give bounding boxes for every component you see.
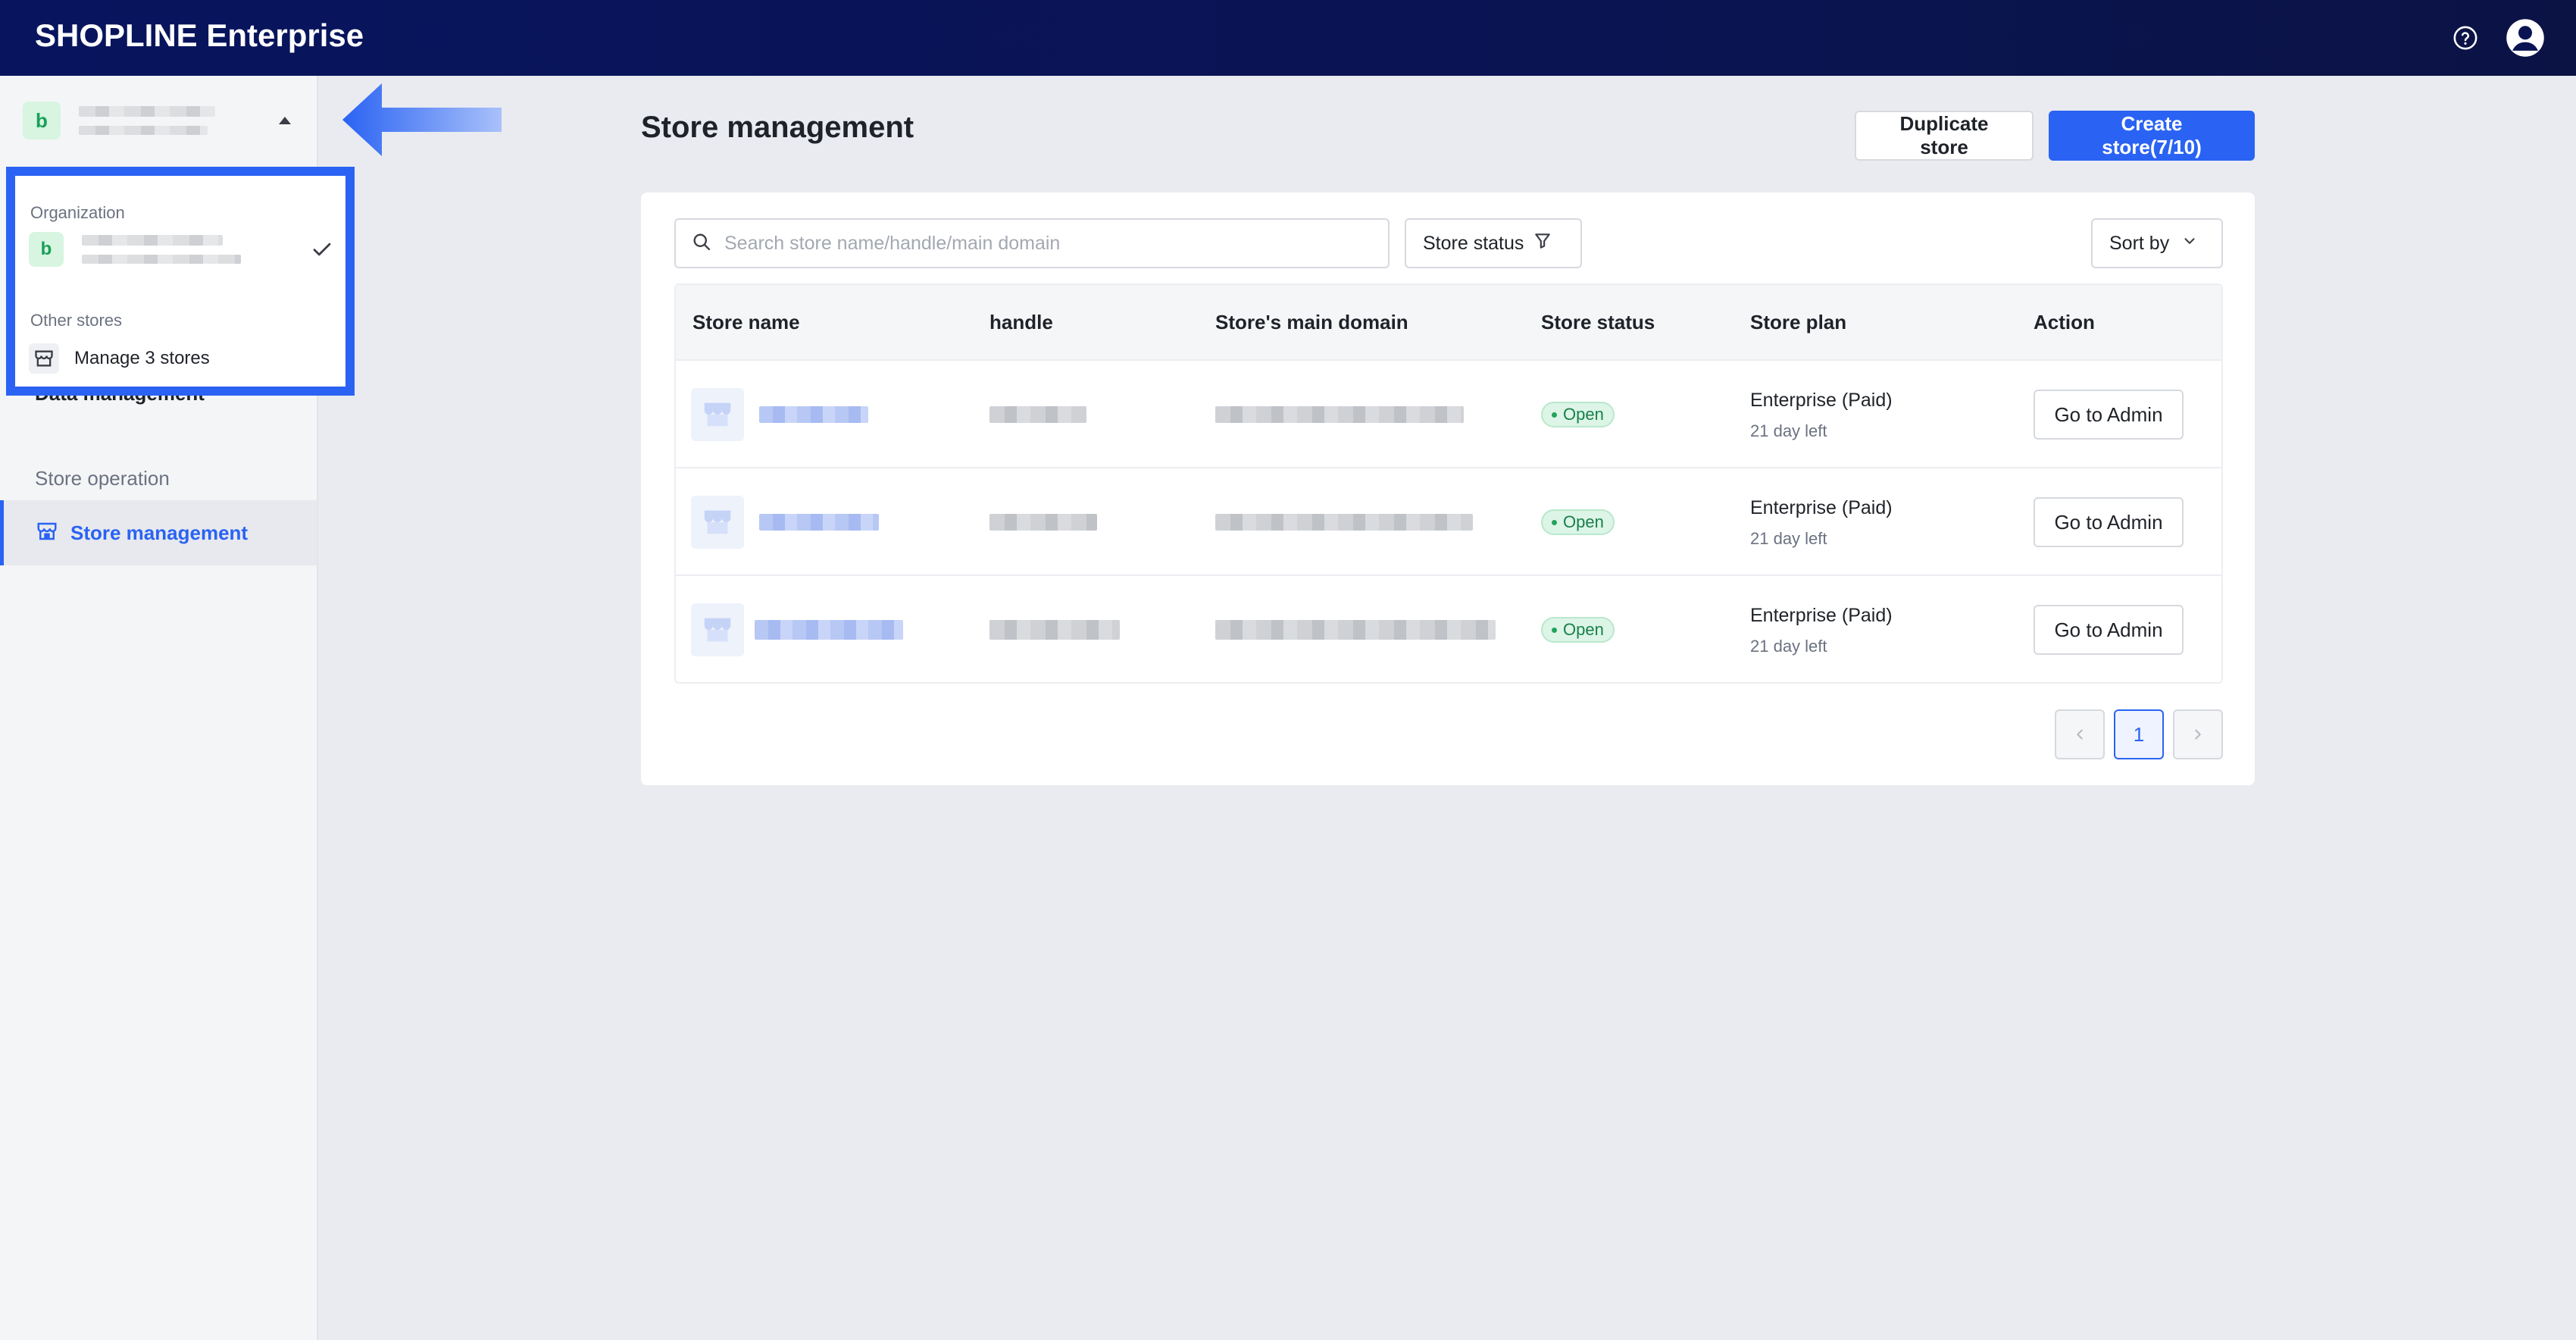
status-badge: Open — [1541, 402, 1615, 427]
sidebar-item-label: Store management — [70, 521, 249, 544]
store-icon — [36, 520, 58, 546]
manage-stores-option[interactable]: Manage 3 stores — [29, 340, 210, 377]
status-badge: Open — [1541, 617, 1615, 643]
domain-redacted — [1215, 406, 1464, 423]
top-bar: SHOPLINE Enterprise — [0, 0, 2576, 76]
store-table: Store name handle Store's main domain St… — [674, 283, 2223, 684]
arrow-annotation-icon — [342, 83, 502, 156]
pagination-prev-button[interactable] — [2055, 709, 2105, 759]
col-store-plan: Store plan — [1750, 311, 1847, 333]
handle-redacted — [989, 620, 1120, 640]
col-main-domain: Store's main domain — [1215, 311, 1408, 333]
check-icon — [309, 238, 335, 261]
organization-label: Organization — [30, 203, 125, 222]
sort-label: Sort by — [2109, 232, 2170, 254]
handle-redacted — [989, 406, 1086, 423]
store-icon — [29, 343, 59, 374]
filter-icon — [1533, 231, 1552, 256]
page-title: Store management — [641, 111, 914, 144]
table-header: Store name handle Store's main domain St… — [676, 285, 2221, 359]
days-left: 21 day left — [1750, 529, 1827, 548]
filter-label: Store status — [1423, 232, 1524, 254]
table-row: Open Enterprise (Paid) 21 day left Go to… — [676, 575, 2221, 682]
store-status-filter-button[interactable]: Store status — [1405, 218, 1582, 268]
store-plan: Enterprise (Paid) — [1750, 605, 1893, 626]
chevron-down-icon — [2181, 233, 2198, 255]
chevron-left-icon — [2077, 729, 2083, 740]
col-store-name: Store name — [692, 311, 800, 333]
table-row: Open Enterprise (Paid) 21 day left Go to… — [676, 359, 2221, 467]
org-option-current[interactable]: b — [29, 223, 339, 276]
brand-logo: SHOPLINE Enterprise — [35, 17, 364, 53]
store-name-redacted[interactable] — [759, 406, 868, 423]
col-store-status: Store status — [1541, 311, 1655, 333]
org-switcher[interactable]: b — [0, 76, 317, 165]
org-name-redacted — [82, 235, 241, 264]
org-dropdown: Organization b Other stores Manage 3 sto… — [6, 167, 355, 396]
go-to-admin-button[interactable]: Go to Admin — [2034, 605, 2184, 655]
col-handle: handle — [989, 311, 1053, 333]
duplicate-store-button[interactable]: Duplicate store — [1855, 111, 2034, 161]
store-icon — [691, 496, 744, 549]
search-box[interactable] — [674, 218, 1390, 268]
caret-up-icon[interactable] — [279, 117, 291, 124]
sidebar-item-store-management[interactable]: Store management — [0, 500, 317, 565]
go-to-admin-button[interactable]: Go to Admin — [2034, 497, 2184, 547]
pagination-page-1[interactable]: 1 — [2114, 709, 2164, 759]
store-plan: Enterprise (Paid) — [1750, 390, 1893, 411]
store-icon — [691, 603, 744, 656]
days-left: 21 day left — [1750, 637, 1827, 656]
domain-redacted — [1215, 514, 1473, 531]
chevron-right-icon — [2195, 729, 2201, 740]
status-badge: Open — [1541, 509, 1615, 535]
help-icon[interactable] — [2447, 20, 2484, 56]
store-plan: Enterprise (Paid) — [1750, 497, 1893, 518]
table-row: Open Enterprise (Paid) 21 day left Go to… — [676, 467, 2221, 575]
account-icon[interactable] — [2505, 17, 2546, 58]
sidebar-section-title: Store operation — [35, 467, 170, 490]
org-avatar: b — [29, 232, 64, 267]
create-store-button[interactable]: Create store(7/10) — [2049, 111, 2255, 161]
org-avatar: b — [23, 102, 61, 139]
search-input[interactable] — [724, 232, 1361, 255]
handle-redacted — [989, 514, 1097, 531]
go-to-admin-button[interactable]: Go to Admin — [2034, 390, 2184, 440]
store-icon — [691, 388, 744, 441]
days-left: 21 day left — [1750, 421, 1827, 440]
store-name-redacted[interactable] — [759, 514, 879, 531]
other-stores-label: Other stores — [30, 311, 123, 330]
pagination-next-button[interactable] — [2173, 709, 2223, 759]
domain-redacted — [1215, 620, 1496, 640]
search-icon — [691, 231, 712, 256]
org-name-redacted — [79, 106, 215, 135]
col-action: Action — [2034, 311, 2095, 333]
sort-by-button[interactable]: Sort by — [2091, 218, 2223, 268]
store-name-redacted[interactable] — [755, 620, 903, 640]
manage-stores-label: Manage 3 stores — [74, 348, 210, 368]
store-list-card: Store status Sort by Store name handle S… — [641, 193, 2255, 785]
